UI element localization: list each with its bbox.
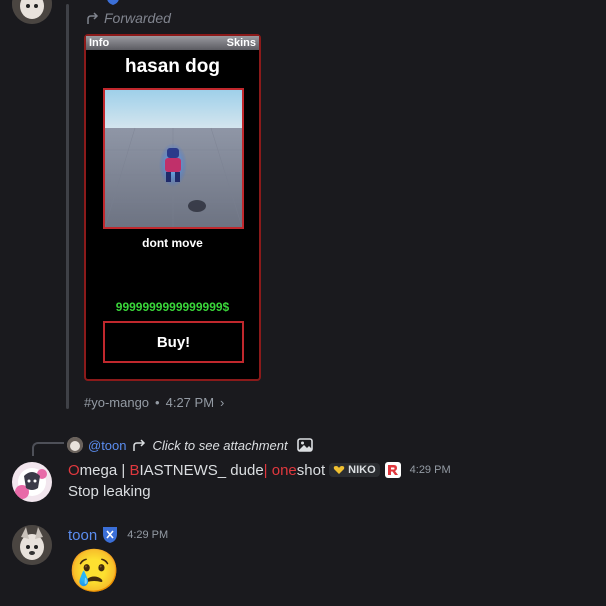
shield-badge-icon: [106, 0, 120, 5]
message1-text: Stop leaking: [68, 483, 151, 500]
name-part: O: [68, 461, 80, 479]
omega-username-row: Omega | BIASTNEWS_ dude| oneshot NIKO 4:…: [68, 461, 451, 479]
shield-tools-badge-icon[interactable]: [101, 526, 119, 544]
reply-mention[interactable]: @toon: [88, 438, 127, 453]
reply-connector: [32, 442, 64, 456]
character-preview-icon: [105, 90, 242, 227]
forward-bar: [66, 4, 69, 409]
card-description: dont move: [142, 236, 203, 250]
message2-timestamp: 4:29 PM: [127, 529, 169, 541]
dot-separator: •: [155, 395, 160, 410]
guild-tag[interactable]: NIKO: [329, 463, 380, 477]
info-tab: Info: [89, 37, 110, 49]
forwarded-label: Forwarded: [86, 10, 171, 26]
avatar-omega[interactable]: [12, 462, 52, 502]
skins-tab: Skins: [226, 37, 256, 49]
toon-username[interactable]: toon: [68, 527, 97, 544]
embedded-image-card[interactable]: Info Skins hasan dog dont move 999999999…: [84, 34, 261, 381]
message1-timestamp: 4:29 PM: [409, 464, 451, 476]
card-price: 9999999999999999$: [115, 300, 230, 314]
card-preview-image: [103, 88, 244, 229]
guild-tag-label: NIKO: [348, 464, 376, 476]
wolf-avatar-icon: [12, 0, 52, 24]
chevron-right-icon[interactable]: ›: [220, 395, 224, 410]
channel-name[interactable]: #yo-mango: [84, 395, 149, 410]
card-top-bar: Info Skins: [86, 36, 259, 50]
wolf-avatar-icon: [12, 525, 52, 565]
image-icon: [296, 438, 313, 452]
forward-source-link[interactable]: #yo-mango • 4:27 PM ›: [84, 395, 224, 410]
heart-icon: [333, 466, 345, 474]
toon-username-row: toon 4:29 PM: [68, 526, 168, 544]
name-part: shot: [296, 461, 326, 479]
name-part: one: [267, 461, 297, 479]
anime-avatar-icon: [12, 462, 52, 502]
name-part: IASTNEWS_ dude: [139, 461, 264, 479]
reply-preview[interactable]: @toon Click to see attachment: [67, 437, 313, 453]
name-part: B: [129, 461, 140, 479]
reply-arrow-icon: [132, 439, 145, 451]
crying-emoji: 😢: [68, 547, 121, 594]
card-title: hasan dog: [124, 56, 220, 77]
roblox-logo-icon: [384, 462, 401, 478]
omega-username[interactable]: Omega | BIASTNEWS_ dude| oneshot: [68, 462, 325, 479]
wolf-mini-avatar-icon: [67, 437, 83, 453]
avatar-toon-top[interactable]: [12, 0, 52, 24]
reply-attachment-text[interactable]: Click to see attachment: [153, 438, 288, 453]
forward-time: 4:27 PM: [165, 395, 215, 410]
forward-arrow-icon: [87, 12, 99, 24]
buy-button[interactable]: Buy!: [103, 321, 244, 363]
reply-avatar: [67, 437, 83, 453]
avatar-toon[interactable]: [12, 525, 52, 565]
name-part: mega |: [79, 461, 130, 479]
forwarded-text: Forwarded: [104, 10, 171, 26]
